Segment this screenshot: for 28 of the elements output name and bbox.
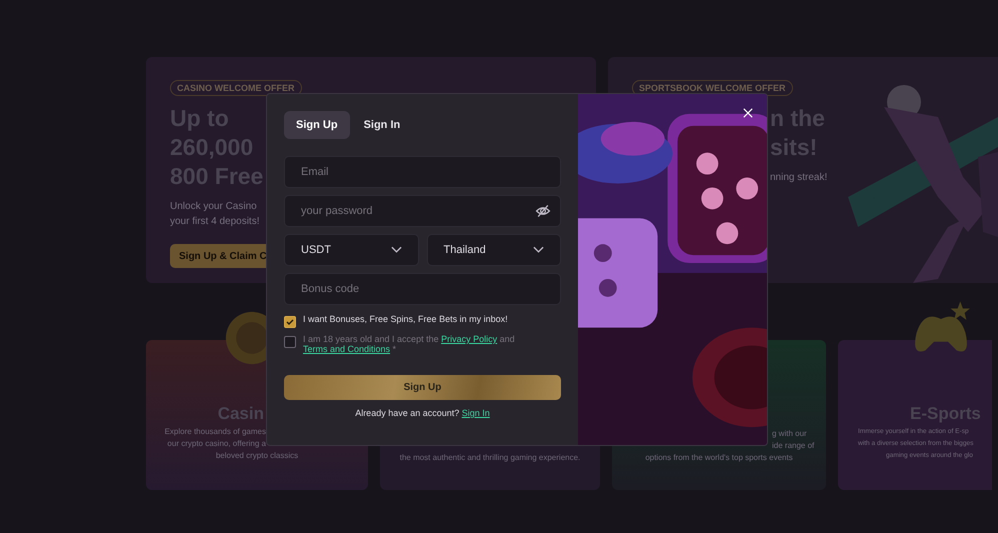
tab[interactable]: Sign In [352, 111, 412, 139]
check-icon [285, 317, 295, 327]
close-icon[interactable] [743, 108, 753, 118]
consent-text: I want Bonuses, Free Spins, Free Bets in my inbox! [303, 314, 508, 324]
dropdown[interactable]: USDT [284, 234, 418, 266]
signup-button[interactable]: Sign Up [284, 375, 561, 400]
bonus-code-field[interactable]: Bonus code [284, 273, 561, 305]
card-description: beloved crypto classics [216, 450, 298, 462]
chevron-icon [533, 246, 544, 254]
checkbox[interactable] [284, 316, 296, 328]
tab[interactable]: Sign Up [284, 111, 350, 139]
card-description: g with our [772, 428, 807, 440]
email-field[interactable]: Email [284, 156, 561, 188]
signin-link[interactable]: Sign In [462, 408, 490, 418]
dropdown[interactable]: Thailand [426, 234, 561, 266]
card-description: the most authentic and thrilling gaming experience. [400, 452, 580, 464]
card-description: our crypto casino, offering a [167, 438, 266, 450]
card-description: ide range of [772, 440, 814, 452]
password-field[interactable]: your password [284, 195, 561, 227]
policy-link[interactable]: Privacy Policy [441, 334, 498, 344]
chevron-icon [390, 246, 402, 254]
offer-description: Unlock your Casino [170, 200, 258, 214]
card-description: options from the world's top sports events [645, 452, 793, 464]
offer-description: your first 4 deposits! [170, 215, 260, 229]
checkbox[interactable] [284, 336, 296, 348]
card-description: Explore thousands of games [164, 426, 266, 438]
hide-password-icon[interactable] [535, 203, 551, 219]
offer-description: nning streak! [770, 171, 828, 185]
